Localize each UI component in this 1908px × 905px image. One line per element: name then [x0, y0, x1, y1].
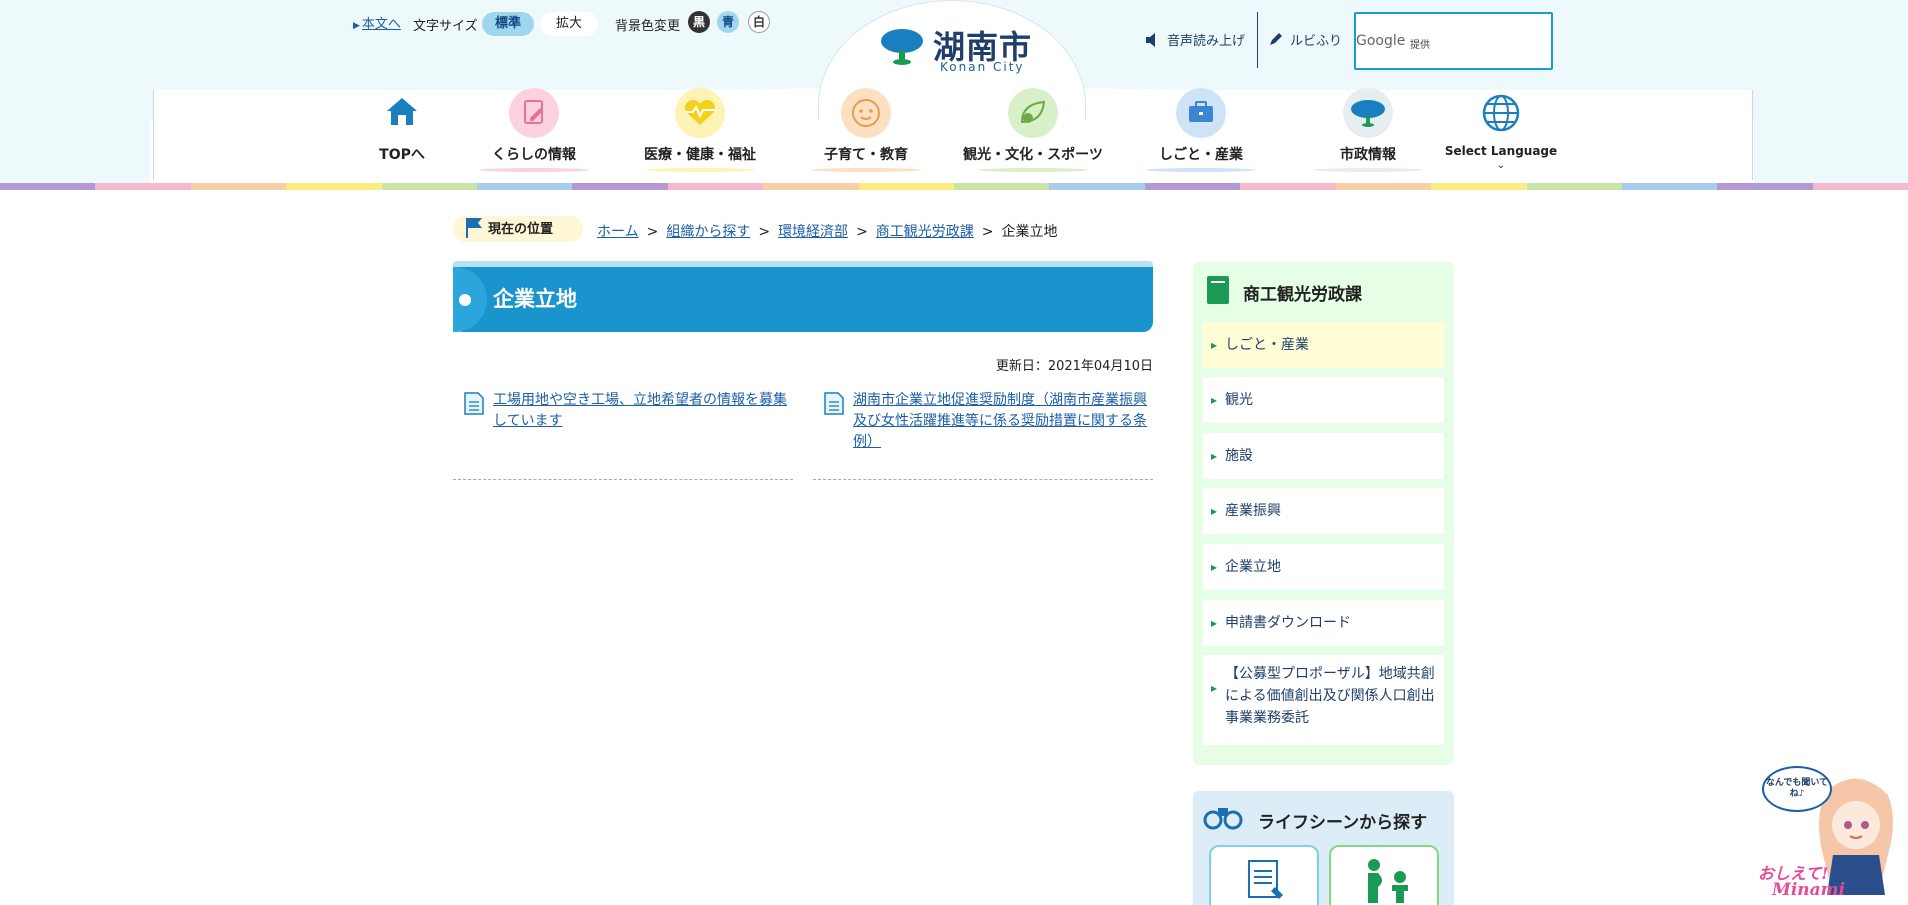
nav-label: くらしの情報 — [492, 147, 576, 163]
document-icon — [464, 392, 484, 415]
logo-subtitle: Konan City — [940, 60, 1025, 74]
chat-assistant-widget[interactable]: なんでも聞いてね♪ おしえて! Minami — [1758, 760, 1908, 905]
nav-city-admin[interactable]: 市政情報 — [1293, 88, 1443, 178]
breadcrumb-separator: > — [981, 224, 994, 240]
nav-underline — [978, 168, 1088, 172]
pencil-icon — [1270, 33, 1282, 45]
search-google-label: Google — [1356, 33, 1406, 49]
current-location-text: 現在の位置 — [488, 222, 554, 237]
home-icon — [387, 98, 417, 125]
font-size-label: 文字サイズ — [413, 19, 478, 34]
ruby-label: ルビふり — [1290, 34, 1343, 49]
nav-childcare-education[interactable]: 子育て・教育 — [791, 88, 941, 178]
bg-white-button[interactable]: 白 — [748, 11, 770, 33]
book-icon — [1207, 276, 1229, 304]
briefcase-icon — [1176, 88, 1226, 138]
site-header: 本文へ 文字サイズ 標準 拡大 背景色変更 黒 青 白 湖南市 Konan Ci… — [0, 0, 1908, 183]
nav-underline — [479, 168, 589, 172]
nav-underline — [811, 168, 921, 172]
breadcrumb-environment-economy[interactable]: 環境経済部 — [778, 224, 848, 240]
breadcrumb-separator: > — [646, 224, 659, 240]
updated-date: 更新日：2021年04月10日 — [995, 359, 1153, 374]
life-scene-pregnancy-card[interactable] — [1329, 845, 1439, 905]
globe-icon — [1482, 94, 1520, 132]
nav-underline — [645, 168, 755, 172]
form-document-icon — [1248, 860, 1283, 899]
notepad-icon — [509, 88, 559, 138]
city-logo[interactable]: 湖南市 Konan City — [880, 22, 1050, 82]
life-scene-title: ライフシーンから探す — [1258, 813, 1428, 833]
city-tree-logo-icon — [881, 29, 923, 65]
site-search-input[interactable]: Google 提供 — [1354, 12, 1553, 70]
nav-label: 観光・文化・スポーツ — [963, 147, 1103, 163]
heart-pulse-icon — [675, 88, 725, 138]
ruby-button[interactable]: ルビふり — [1268, 30, 1342, 49]
chat-logo-line2: Minami — [1772, 880, 1846, 900]
document-link-item: 工場用地や空き工場、立地希望者の情報を募集しています — [453, 390, 793, 480]
leaf-icon — [1008, 88, 1058, 138]
sidebar-department-menu: 商工観光労政課 しごと・産業 観光 施設 産業振興 企業立地 申請書ダウンロード… — [1193, 262, 1454, 765]
bg-blue-button[interactable]: 青 — [717, 11, 739, 33]
font-size-standard-button[interactable]: 標準 — [482, 12, 534, 36]
document-icon — [824, 392, 844, 415]
child-face-icon — [841, 88, 891, 138]
chat-speech-bubble: なんでも聞いてね♪ — [1762, 766, 1832, 812]
breadcrumb-current: 企業立地 — [1001, 224, 1058, 240]
breadcrumb: ホーム > 組織から探す > 環境経済部 > 商工観光労政課 > 企業立地 — [597, 221, 1058, 241]
nav-label: しごと・産業 — [1159, 147, 1243, 163]
city-tree-icon — [1343, 88, 1393, 138]
voice-readout-button[interactable]: 音声読み上げ — [1145, 30, 1245, 49]
sidebar-item-work-industry[interactable]: しごと・産業 — [1203, 322, 1444, 368]
skip-to-content-link[interactable]: 本文へ — [353, 13, 401, 32]
breadcrumb-commerce-tourism[interactable]: 商工観光労政課 — [876, 224, 974, 240]
breadcrumb-organization[interactable]: 組織から探す — [666, 224, 750, 240]
bg-color-label: 背景色変更 — [615, 19, 681, 34]
sidebar-item-industry-promotion[interactable]: 産業振興 — [1203, 488, 1444, 534]
nav-medical-welfare[interactable]: 医療・健康・福祉 — [625, 88, 775, 178]
sidebar-item-business-location[interactable]: 企業立地 — [1203, 544, 1444, 590]
speaker-icon — [1146, 33, 1155, 47]
incentive-system-link[interactable]: 湖南市企業立地促進奨励制度（湖南市産業振興及び女性活躍推進等に係る奨励措置に関す… — [853, 390, 1153, 453]
nav-label: 子育て・教育 — [824, 147, 908, 163]
font-size-large-button[interactable]: 拡大 — [540, 12, 598, 36]
title-bullet — [453, 267, 487, 332]
breadcrumb-home[interactable]: ホーム — [597, 224, 639, 240]
nav-living-info[interactable]: くらしの情報 — [459, 88, 609, 178]
life-scene-panel: ライフシーンから探す — [1193, 791, 1454, 905]
nav-underline — [1146, 168, 1256, 172]
nav-label: 市政情報 — [1340, 147, 1396, 163]
nav-label: 医療・健康・福祉 — [644, 147, 756, 163]
page-title-bar: 企業立地 — [453, 261, 1153, 332]
page-title: 企業立地 — [493, 287, 577, 311]
bg-black-button[interactable]: 黒 — [688, 11, 710, 33]
flag-icon — [466, 218, 482, 238]
voice-readout-label: 音声読み上げ — [1167, 34, 1246, 49]
sidebar-item-proposal[interactable]: 【公募型プロポーザル】地域共創による価値創出及び関係人口創出事業業務委託 — [1203, 655, 1444, 745]
nav-tourism-culture-sports[interactable]: 観光・文化・スポーツ — [958, 88, 1108, 178]
document-link-item: 湖南市企業立地促進奨励制度（湖南市産業振興及び女性活躍推進等に係る奨励措置に関す… — [813, 390, 1153, 480]
current-location-label: 現在の位置 — [453, 216, 583, 242]
chevron-down-icon: ⌄ — [1496, 160, 1506, 171]
sidebar-item-facilities[interactable]: 施設 — [1203, 433, 1444, 479]
life-scene-procedures-card[interactable] — [1209, 845, 1319, 905]
nav-label: Select Language — [1444, 144, 1558, 158]
nav-underline — [1313, 168, 1423, 172]
sidebar-item-tourism[interactable]: 観光 — [1203, 377, 1444, 423]
utility-divider — [1257, 12, 1258, 68]
page: 本文へ 文字サイズ 標準 拡大 背景色変更 黒 青 白 湖南市 Konan Ci… — [0, 0, 1908, 905]
pregnancy-baby-icon — [1368, 859, 1408, 903]
sidebar-title: 商工観光労政課 — [1243, 285, 1362, 305]
binoculars-icon — [1203, 808, 1243, 830]
nav-label: TOPへ — [379, 147, 425, 163]
factory-site-info-link[interactable]: 工場用地や空き工場、立地希望者の情報を募集しています — [493, 390, 793, 432]
nav-select-language[interactable]: Select Language ⌄ — [1426, 88, 1576, 178]
nav-top[interactable]: TOPへ — [327, 88, 477, 178]
search-provided-label: 提供 — [1410, 40, 1430, 51]
sidebar-item-application-download[interactable]: 申請書ダウンロード — [1203, 600, 1444, 646]
breadcrumb-separator: > — [856, 224, 868, 240]
breadcrumb-separator: > — [758, 224, 771, 240]
nav-work-industry[interactable]: しごと・産業 — [1126, 88, 1276, 178]
color-stripe — [0, 183, 1908, 190]
